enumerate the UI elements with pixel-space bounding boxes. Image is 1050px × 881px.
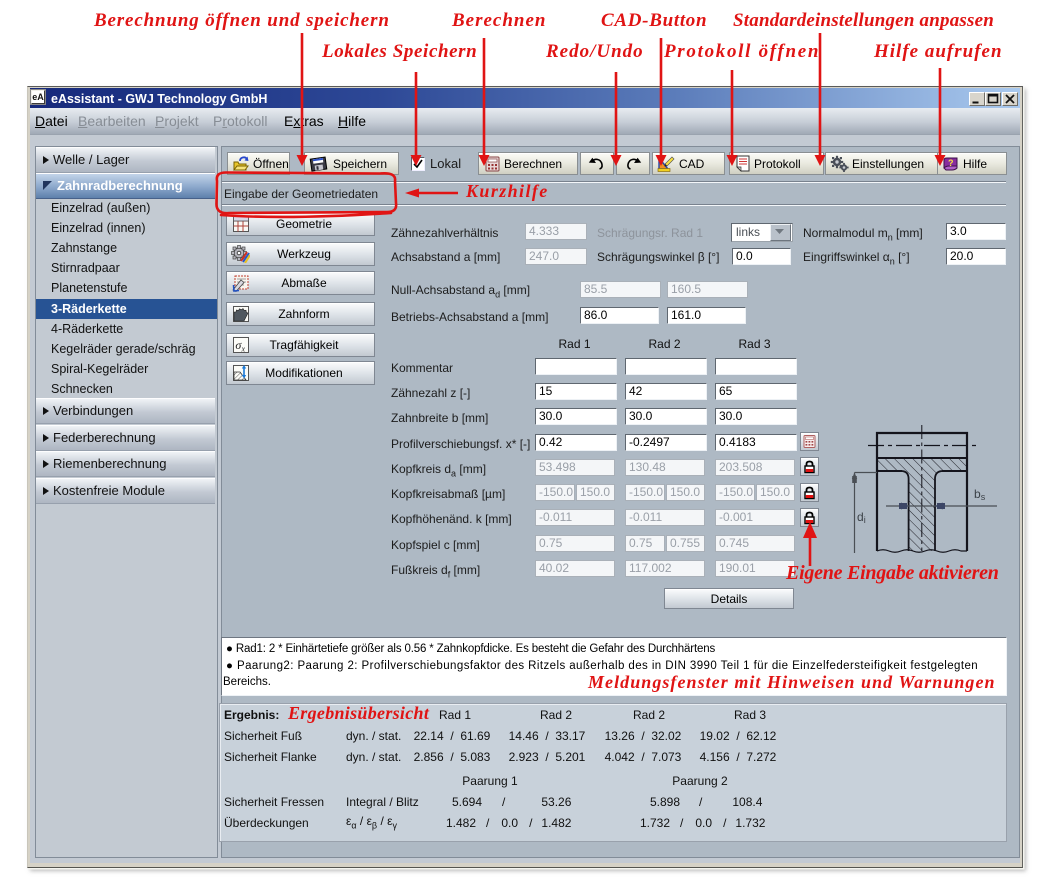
svg-text:bs: bs — [974, 487, 986, 502]
svg-text:?: ? — [948, 158, 954, 168]
svg-text:x: x — [241, 345, 246, 354]
svg-text:di: di — [857, 510, 866, 525]
